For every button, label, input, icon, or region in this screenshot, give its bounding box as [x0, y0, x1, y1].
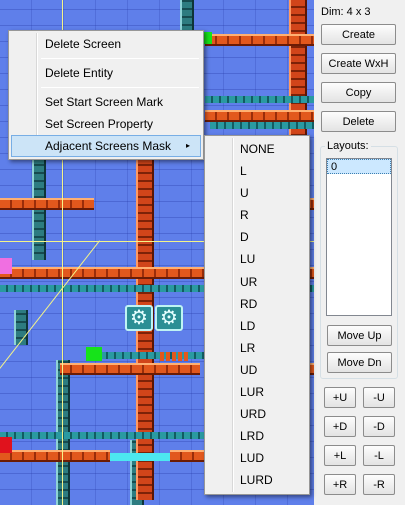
menu-separator	[41, 58, 199, 59]
remove-left-button[interactable]: -L	[363, 445, 395, 466]
fan-icon: ⚙	[160, 307, 178, 329]
submenu-item-ld[interactable]: LD	[207, 315, 307, 337]
submenu-item-lurd[interactable]: LURD	[207, 469, 307, 491]
context-menu: Delete Screen Delete Entity Set Start Sc…	[8, 30, 204, 160]
create-button[interactable]: Create	[321, 24, 396, 45]
menu-item-label: Delete Screen	[45, 37, 122, 51]
layouts-listbox[interactable]: 0	[326, 158, 392, 316]
girder-platform	[0, 450, 110, 462]
girder-platform	[60, 363, 200, 375]
submenu-item-u[interactable]: U	[207, 182, 307, 204]
remove-up-button[interactable]: -U	[363, 387, 395, 408]
move-down-button[interactable]: Move Dn	[327, 352, 392, 373]
submenu-item-d[interactable]: D	[207, 226, 307, 248]
menu-item-delete-entity[interactable]: Delete Entity	[11, 62, 201, 84]
submenu-item-r[interactable]: R	[207, 204, 307, 226]
layouts-group-title: Layouts:	[325, 140, 371, 152]
fan-icon: ⚙	[130, 307, 148, 329]
menu-item-label: Set Screen Property	[45, 117, 154, 131]
menu-item-set-start-screen-mark[interactable]: Set Start Screen Mark	[11, 91, 201, 113]
submenu-item-ur[interactable]: UR	[207, 271, 307, 293]
menu-item-set-screen-property[interactable]: Set Screen Property	[11, 113, 201, 135]
create-wxh-button[interactable]: Create WxH	[321, 53, 396, 74]
submenu-item-lud[interactable]: LUD	[207, 447, 307, 469]
add-right-button[interactable]: +R	[324, 474, 356, 495]
submenu-item-lrd[interactable]: LRD	[207, 425, 307, 447]
menu-item-delete-screen[interactable]: Delete Screen	[11, 33, 201, 55]
girder-platform	[0, 198, 94, 210]
girder-platform	[205, 110, 314, 122]
pink-entity-marker[interactable]	[0, 258, 12, 274]
fan-block: ⚙	[125, 305, 153, 331]
menu-item-adjacent-screens-mask[interactable]: Adjacent Screens Mask ▸	[11, 135, 201, 157]
remove-right-button[interactable]: -R	[363, 474, 395, 495]
submenu-item-l[interactable]: L	[207, 160, 307, 182]
pipe-rail	[210, 122, 314, 129]
menu-separator	[41, 87, 199, 88]
pipe-rail	[0, 432, 210, 439]
spike-row	[160, 352, 190, 361]
submenu-item-none[interactable]: NONE	[207, 138, 307, 160]
remove-down-button[interactable]: -D	[363, 416, 395, 437]
red-entity-marker[interactable]	[0, 437, 12, 453]
add-up-button[interactable]: +U	[324, 387, 356, 408]
layout-list-item[interactable]: 0	[327, 159, 391, 174]
menu-item-label: Delete Entity	[45, 66, 114, 80]
add-left-button[interactable]: +L	[324, 445, 356, 466]
submenu-arrow-icon: ▸	[185, 141, 190, 150]
copy-button[interactable]: Copy	[321, 82, 396, 103]
adjacent-screens-mask-submenu: NONE L U R D LU UR RD LD LR UD LUR URD L…	[204, 135, 310, 495]
fan-block: ⚙	[155, 305, 183, 331]
move-up-button[interactable]: Move Up	[327, 325, 392, 346]
pipe-rail	[205, 96, 314, 103]
delete-button[interactable]: Delete	[321, 111, 396, 132]
pipe-rail	[100, 352, 210, 359]
girder-platform	[205, 34, 314, 46]
dimension-label: Dim: 4 x 3	[321, 6, 371, 18]
submenu-item-rd[interactable]: RD	[207, 293, 307, 315]
submenu-item-urd[interactable]: URD	[207, 403, 307, 425]
add-down-button[interactable]: +D	[324, 416, 356, 437]
submenu-item-ud[interactable]: UD	[207, 359, 307, 381]
submenu-item-lr[interactable]: LR	[207, 337, 307, 359]
green-entity-marker[interactable]	[86, 347, 102, 361]
submenu-item-lur[interactable]: LUR	[207, 381, 307, 403]
menu-item-label: Set Start Screen Mark	[45, 95, 164, 109]
submenu-item-lu[interactable]: LU	[207, 248, 307, 270]
cyan-platform-bar	[110, 453, 170, 461]
menu-item-label: Adjacent Screens Mask	[45, 139, 172, 153]
